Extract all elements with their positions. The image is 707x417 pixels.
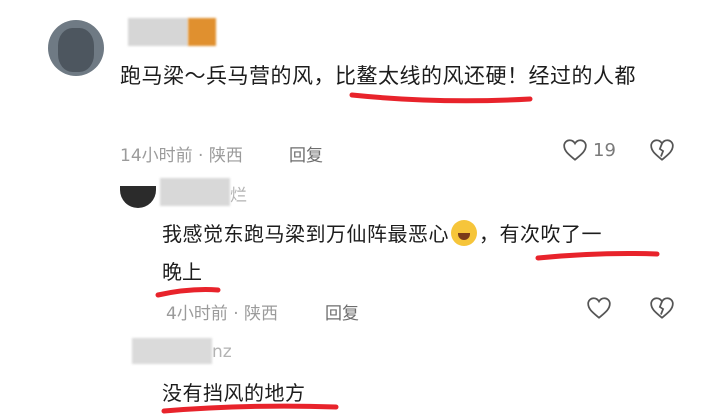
heart-outline-icon bbox=[587, 297, 611, 319]
like-count: 19 bbox=[593, 140, 616, 161]
laughing-crying-emoji bbox=[451, 220, 477, 246]
underline-mark-2 bbox=[535, 251, 660, 261]
underline-mark-4 bbox=[161, 403, 339, 414]
reply-username-tail: nz bbox=[212, 342, 232, 362]
heart-outline-icon bbox=[563, 139, 587, 161]
underline-mark-1 bbox=[349, 92, 533, 104]
reply-username-blurred[interactable] bbox=[160, 178, 230, 206]
reply-button[interactable]: 回复 bbox=[325, 299, 359, 324]
reply-text: 我感觉东跑马梁到万仙阵最恶心 ，有次吹了一 bbox=[162, 220, 602, 246]
like-button[interactable] bbox=[562, 138, 588, 166]
broken-heart-icon bbox=[650, 139, 674, 161]
underline-mark-3 bbox=[155, 287, 221, 298]
reply-text: 没有挡风的地方 bbox=[162, 381, 306, 405]
reply-username-tail: 烂 bbox=[230, 186, 247, 206]
dislike-button[interactable] bbox=[649, 296, 675, 324]
broken-heart-icon bbox=[650, 297, 674, 319]
like-button[interactable] bbox=[586, 296, 612, 324]
dislike-button[interactable] bbox=[649, 138, 675, 166]
reply-button[interactable]: 回复 bbox=[289, 141, 323, 166]
reply-username-blurred[interactable] bbox=[132, 338, 212, 364]
reply-text-line2: 晚上 bbox=[162, 260, 202, 284]
annotation-underlines bbox=[155, 92, 660, 414]
comment-meta: 14小时前 · 陕西 bbox=[120, 146, 243, 166]
reply-meta: 4小时前 · 陕西 bbox=[166, 304, 279, 324]
